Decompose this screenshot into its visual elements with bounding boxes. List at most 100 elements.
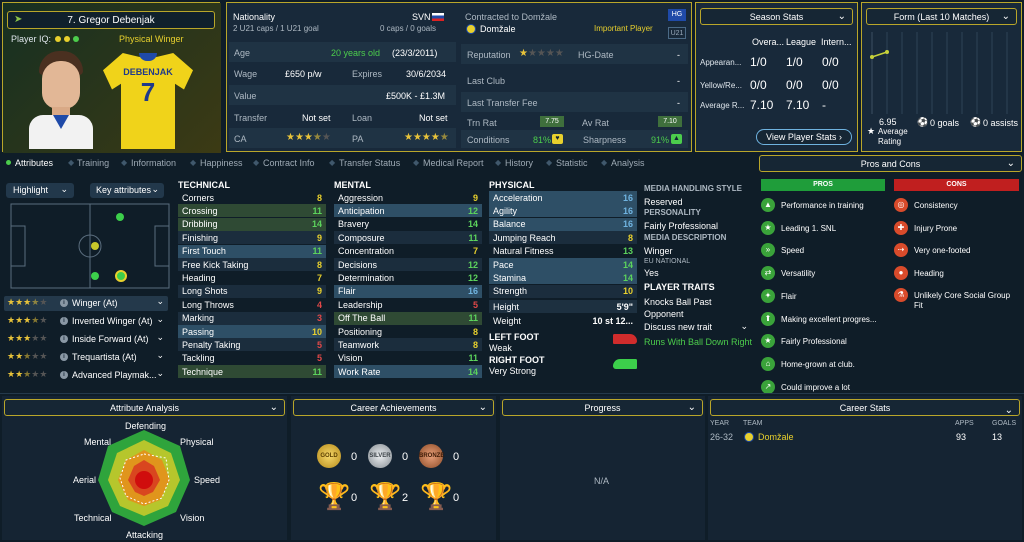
attribute-row[interactable]: Finishing 9 <box>178 231 326 245</box>
attribute-row[interactable]: Positioning 8 <box>334 325 482 338</box>
attribute-row[interactable]: Strength 10 <box>489 284 637 298</box>
pro-item: Home-grown at club. <box>781 359 855 369</box>
attribute-name: Anticipation <box>338 205 385 216</box>
chevron-down-icon: ⌄ <box>156 368 164 378</box>
highlight-dropdown[interactable]: Highlight ⌄ <box>6 183 74 198</box>
attribute-value: 11 <box>468 232 478 243</box>
attribute-row[interactable]: Off The Ball 11 <box>334 311 482 325</box>
attribute-row[interactable]: Decisions 12 <box>334 258 482 271</box>
eu-national-label: EU NATIONAL <box>644 258 691 265</box>
star-icon: ★ <box>867 126 876 136</box>
view-player-stats-button[interactable]: View Player Stats › <box>756 129 852 145</box>
attribute-row[interactable]: Stamina 14 <box>489 271 637 285</box>
career-achievements-dropdown[interactable]: Career Achievements ⌄ <box>293 399 494 416</box>
key-attributes-dropdown[interactable]: Key attributes ⌄ <box>90 183 164 198</box>
attribute-value: 12 <box>467 272 478 283</box>
av-rat-value: 7.10 <box>658 116 682 127</box>
career-achievements-title: Career Achievements <box>350 402 437 413</box>
attribute-value: 7 <box>316 272 322 283</box>
attribute-row[interactable]: Teamwork 8 <box>334 338 482 352</box>
avg-rating-value: 6.95 <box>879 117 897 127</box>
attribute-row[interactable]: Composure 11 <box>334 231 482 245</box>
loan-value: Not set <box>419 113 448 123</box>
pro-item: Performance in training <box>781 201 864 210</box>
role-row[interactable]: ★★★★★ i Inverted Winger (At) ⌄ <box>4 314 168 329</box>
attribute-row[interactable]: Vision 11 <box>334 352 482 365</box>
season-cell: 0/0 <box>750 78 767 92</box>
con-icon: ● <box>894 265 908 280</box>
attribute-name: Finishing <box>182 232 219 243</box>
attribute-row[interactable]: Long Throws 4 <box>178 298 326 311</box>
progress-dropdown[interactable]: Progress ⌄ <box>502 399 703 416</box>
attribute-row[interactable]: Anticipation 12 <box>334 204 482 218</box>
season-cell: 0/0 <box>822 55 839 69</box>
attribute-row[interactable]: Balance 16 <box>489 217 637 231</box>
career-row[interactable]: 26-32 Domžale 93 13 <box>708 430 1022 444</box>
attribute-value: 14 <box>467 219 478 230</box>
attribute-row[interactable]: Acceleration 16 <box>489 191 637 204</box>
last-fee-label: Last Transfer Fee <box>467 98 538 108</box>
role-row[interactable]: ★★★★★ i Advanced Playmak... ⌄ <box>4 368 168 383</box>
chevron-down-icon: ⌄ <box>156 350 164 360</box>
role-stars: ★★★★★ <box>7 351 48 361</box>
attribute-row[interactable]: Leadership 5 <box>334 298 482 311</box>
info-icon[interactable]: i <box>60 335 68 343</box>
ca-label: CA <box>234 134 247 144</box>
attribute-row[interactable]: Agility 16 <box>489 204 637 218</box>
info-icon[interactable]: i <box>60 353 68 361</box>
info-icon[interactable]: i <box>60 317 68 325</box>
pro-icon: ⇄ <box>761 266 775 281</box>
attribute-name: Penalty Taking <box>182 339 241 350</box>
attribute-row[interactable]: First Touch 11 <box>178 244 326 258</box>
form-goals: 0 goals <box>930 118 960 128</box>
attribute-row[interactable]: Heading 7 <box>178 271 326 284</box>
career-stats-dropdown[interactable]: Career Stats ⌄ <box>710 399 1020 416</box>
attribute-row[interactable]: Marking 3 <box>178 311 326 325</box>
attribute-row[interactable]: Pace 14 <box>489 258 637 271</box>
season-col-intern: Intern... <box>821 37 852 47</box>
attribute-row[interactable]: Concentration 7 <box>334 245 482 258</box>
ca-stars: ★★★★★ <box>286 132 331 143</box>
attribute-analysis-dropdown[interactable]: Attribute Analysis ⌄ <box>4 399 285 416</box>
attribute-row[interactable]: Natural Fitness 13 <box>489 245 637 258</box>
attribute-row[interactable]: Corners 8 <box>178 191 326 204</box>
attribute-row[interactable]: Free Kick Taking 8 <box>178 258 326 271</box>
attribute-name: Acceleration <box>493 192 543 203</box>
season-stats-dropdown[interactable]: Season Stats ⌄ <box>700 8 853 25</box>
attribute-name: Crossing <box>182 205 218 216</box>
attribute-name: Long Shots <box>182 286 228 297</box>
attribute-name: Heading <box>182 272 216 283</box>
role-row[interactable]: ★★★★★ i Trequartista (At) ⌄ <box>4 350 168 365</box>
attribute-row[interactable]: Dribbling 14 <box>178 217 326 231</box>
form-dropdown[interactable]: Form (Last 10 Matches) ⌄ <box>866 8 1017 25</box>
pros-cons-dropdown[interactable]: Pros and Cons ⌄ <box>759 155 1022 172</box>
attribute-row[interactable]: Tackling 5 <box>178 352 326 365</box>
attribute-row[interactable]: Long Shots 9 <box>178 284 326 298</box>
role-row[interactable]: ★★★★★ i Inside Forward (At) ⌄ <box>4 332 168 347</box>
attribute-name: Corners <box>182 192 215 203</box>
attribute-row[interactable]: Jumping Reach 8 <box>489 231 637 245</box>
career-year: 26-32 <box>710 432 734 442</box>
attribute-row[interactable]: Passing 10 <box>178 325 326 338</box>
attribute-row[interactable]: Aggression 9 <box>334 191 482 204</box>
attribute-row[interactable]: Crossing 11 <box>178 204 326 218</box>
attribute-row[interactable]: Technique 11 <box>178 365 326 379</box>
silver-label: SILVER <box>369 453 391 459</box>
role-row[interactable]: ★★★★★ i Winger (At) ⌄ <box>4 296 168 311</box>
discuss-trait-dropdown[interactable]: Discuss new trait ⌄ <box>644 321 752 334</box>
attribute-name: Pace <box>493 259 514 270</box>
attribute-row[interactable]: Work Rate 14 <box>334 365 482 379</box>
season-cell: - <box>822 98 826 112</box>
attribute-row[interactable]: Determination 12 <box>334 271 482 284</box>
attribute-value: 12 <box>467 259 478 270</box>
attribute-row[interactable]: Flair 16 <box>334 284 482 298</box>
attribute-row[interactable]: Penalty Taking 5 <box>178 338 326 352</box>
radar-label-defending: Defending <box>125 421 167 431</box>
radar-label-aerial: Aerial <box>73 475 97 485</box>
attribute-name: Work Rate <box>338 366 381 377</box>
attribute-value: 8 <box>627 232 633 243</box>
info-icon[interactable]: i <box>60 299 68 307</box>
gold-trophy-icon: 🏆 <box>318 481 351 511</box>
attribute-row[interactable]: Bravery 14 <box>334 218 482 231</box>
info-icon[interactable]: i <box>60 371 68 379</box>
